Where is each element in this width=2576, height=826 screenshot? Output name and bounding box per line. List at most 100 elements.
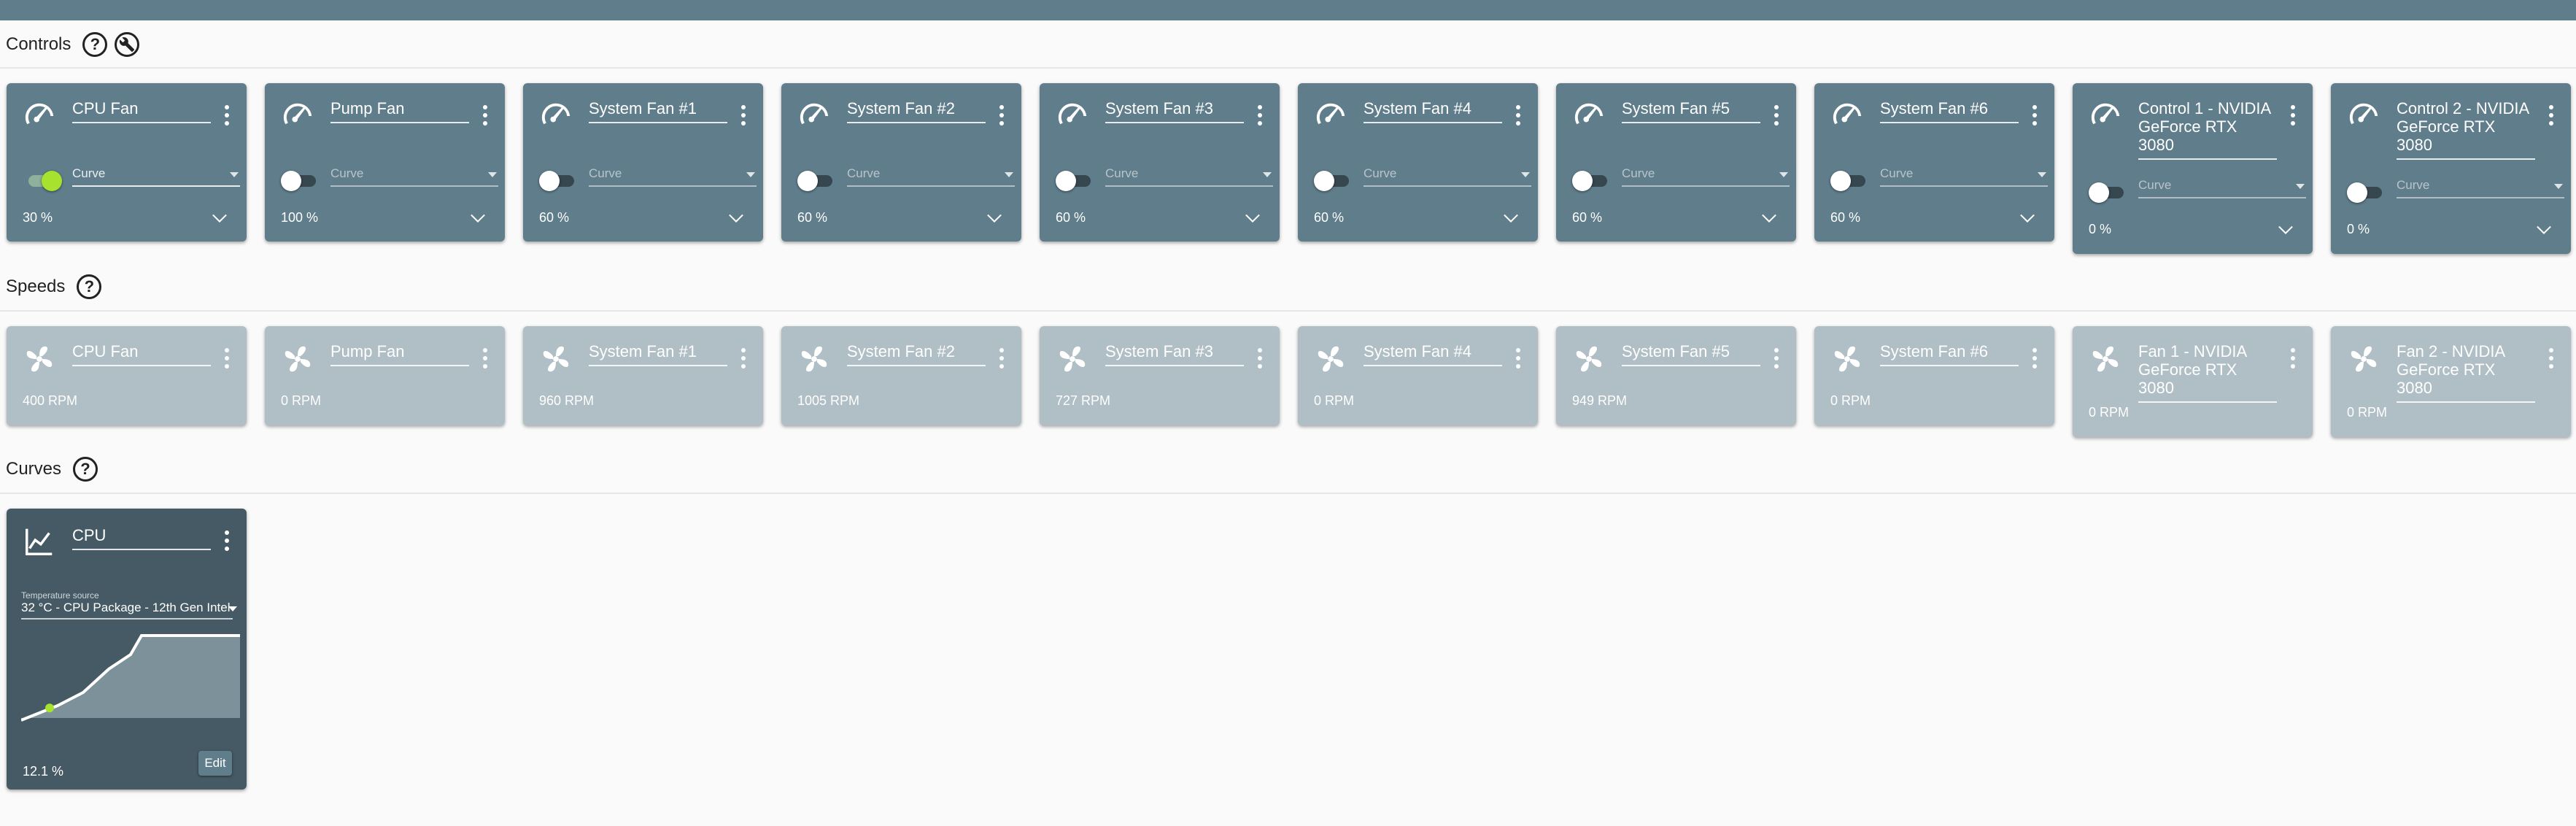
fan-icon: [543, 346, 569, 372]
control-mode-select[interactable]: Curve: [589, 166, 757, 187]
control-mode-select[interactable]: Curve: [1364, 166, 1531, 187]
control-enable-toggle[interactable]: [23, 171, 63, 191]
control-enable-toggle[interactable]: [1314, 171, 1355, 191]
control-mode-select[interactable]: Curve: [2397, 178, 2564, 198]
chevron-down-icon[interactable]: [1503, 213, 1519, 223]
speed-name[interactable]: CPU Fan: [72, 342, 211, 366]
dots-vertical-icon[interactable]: [1773, 348, 1780, 370]
control-name[interactable]: System Fan #5: [1622, 99, 1760, 123]
curves-divider: [0, 493, 2576, 494]
dots-vertical-icon[interactable]: [223, 105, 231, 127]
control-enable-toggle[interactable]: [2089, 182, 2130, 203]
control-name[interactable]: Control 2 - NVIDIA GeForce RTX 3080: [2397, 99, 2535, 160]
dots-vertical-icon[interactable]: [740, 105, 747, 127]
control-mode-select[interactable]: Curve: [1105, 166, 1273, 187]
temperature-source-select[interactable]: 32 °C - CPU Package - 12th Gen Intel Cor…: [21, 601, 233, 620]
control-name[interactable]: System Fan #2: [847, 99, 986, 123]
temperature-source-caret-icon[interactable]: [228, 606, 237, 611]
speed-card: System Fan #2 1005 RPM: [781, 326, 1021, 425]
control-name-line: GeForce RTX 3080: [2397, 117, 2496, 154]
control-name[interactable]: System Fan #3: [1105, 99, 1244, 123]
dots-vertical-icon[interactable]: [481, 105, 489, 127]
speedometer-icon: [541, 103, 570, 125]
dots-vertical-icon[interactable]: [2031, 348, 2038, 370]
speed-name[interactable]: Fan 1 - NVIDIA GeForce RTX 3080: [2138, 342, 2277, 403]
speed-card: System Fan #6 0 RPM: [1814, 326, 2054, 425]
control-mode-select[interactable]: Curve: [2138, 178, 2306, 198]
speed-card: Pump Fan 0 RPM: [265, 326, 505, 425]
control-name-text: System Fan #4: [1364, 99, 1471, 117]
dots-vertical-icon[interactable]: [1256, 105, 1264, 127]
control-enable-toggle[interactable]: [1572, 171, 1613, 191]
chevron-down-icon[interactable]: [2536, 225, 2552, 235]
control-enable-toggle[interactable]: [797, 171, 838, 191]
dots-vertical-icon[interactable]: [223, 348, 231, 370]
speed-name[interactable]: System Fan #2: [847, 342, 986, 366]
control-name[interactable]: Control 1 - NVIDIA GeForce RTX 3080: [2138, 99, 2277, 160]
controls-help-icon[interactable]: ?: [82, 32, 108, 57]
dots-vertical-icon[interactable]: [1515, 105, 1522, 127]
speed-value: 0 RPM: [1314, 393, 1355, 408]
edit-curve-button[interactable]: Edit: [198, 751, 232, 776]
dots-vertical-icon[interactable]: [481, 348, 489, 370]
dots-vertical-icon[interactable]: [998, 348, 1005, 370]
chevron-down-icon[interactable]: [986, 213, 1002, 223]
chevron-down-icon[interactable]: [728, 213, 744, 223]
dots-vertical-icon[interactable]: [2548, 105, 2555, 127]
curve-graph[interactable]: [21, 627, 240, 736]
speed-value: 400 RPM: [23, 393, 78, 408]
speed-name[interactable]: System Fan #3: [1105, 342, 1244, 366]
control-value: 60 %: [1056, 210, 1086, 225]
speed-name[interactable]: Fan 2 - NVIDIA GeForce RTX 3080: [2397, 342, 2535, 403]
chevron-down-icon[interactable]: [212, 213, 228, 223]
control-name[interactable]: System Fan #6: [1880, 99, 2019, 123]
speedometer-icon: [1574, 103, 1604, 125]
dots-vertical-icon[interactable]: [740, 348, 747, 370]
control-name[interactable]: Pump Fan: [330, 99, 469, 123]
curves-help-icon[interactable]: ?: [73, 457, 98, 482]
speed-name[interactable]: System Fan #1: [589, 342, 727, 366]
dots-vertical-icon[interactable]: [2289, 348, 2297, 370]
speed-name[interactable]: System Fan #6: [1880, 342, 2019, 366]
control-name[interactable]: System Fan #4: [1364, 99, 1502, 123]
controls-wrench-icon[interactable]: [115, 32, 140, 57]
control-name-text: CPU Fan: [72, 99, 139, 117]
control-enable-toggle[interactable]: [1830, 171, 1871, 191]
dots-vertical-icon[interactable]: [2548, 348, 2555, 370]
dots-vertical-icon[interactable]: [2289, 105, 2297, 127]
dots-vertical-icon[interactable]: [998, 105, 1005, 127]
dots-vertical-icon[interactable]: [1515, 348, 1522, 370]
dots-vertical-icon[interactable]: [1256, 348, 1264, 370]
chevron-down-icon[interactable]: [2019, 213, 2035, 223]
control-mode-select[interactable]: Curve: [847, 166, 1015, 187]
speed-name[interactable]: Pump Fan: [330, 342, 469, 366]
control-mode-select[interactable]: Curve: [72, 166, 240, 187]
dots-vertical-icon[interactable]: [223, 530, 231, 552]
chevron-down-icon[interactable]: [2278, 225, 2294, 235]
control-mode-select[interactable]: Curve: [330, 166, 498, 187]
fan-icon: [801, 346, 827, 372]
dots-vertical-icon[interactable]: [2031, 105, 2038, 127]
control-mode-caret-icon: [1005, 172, 1013, 177]
speed-name[interactable]: System Fan #4: [1364, 342, 1502, 366]
control-mode-value: Curve: [1622, 166, 1655, 180]
chevron-down-icon[interactable]: [470, 213, 486, 223]
chevron-down-icon[interactable]: [1245, 213, 1261, 223]
curve-name[interactable]: CPU: [72, 526, 211, 550]
chevron-down-icon[interactable]: [1761, 213, 1777, 223]
control-name-line: GeForce RTX 3080: [2138, 117, 2237, 154]
control-mode-select[interactable]: Curve: [1622, 166, 1790, 187]
control-mode-select[interactable]: Curve: [1880, 166, 2048, 187]
control-enable-toggle[interactable]: [281, 171, 322, 191]
control-enable-toggle[interactable]: [539, 171, 580, 191]
control-name[interactable]: System Fan #1: [589, 99, 727, 123]
control-value: 0 %: [2347, 222, 2370, 236]
control-enable-toggle[interactable]: [2347, 182, 2388, 203]
control-enable-toggle[interactable]: [1056, 171, 1096, 191]
control-name[interactable]: CPU Fan: [72, 99, 211, 123]
speed-name[interactable]: System Fan #5: [1622, 342, 1760, 366]
speeds-help-icon[interactable]: ?: [77, 274, 102, 299]
dots-vertical-icon[interactable]: [1773, 105, 1780, 127]
curves-title: Curves: [6, 459, 62, 479]
curve-value: 12.1 %: [23, 764, 64, 779]
